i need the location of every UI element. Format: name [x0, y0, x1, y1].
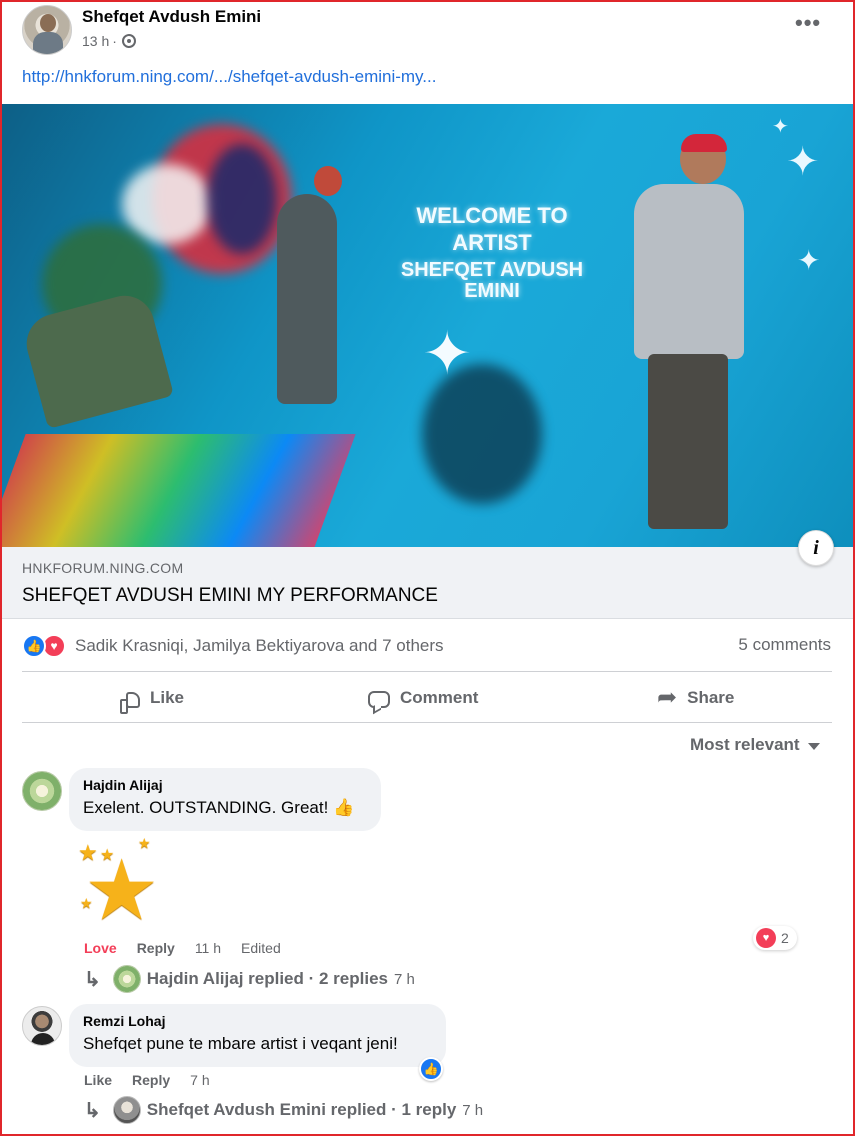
sparkle-icon: ✦ — [422, 320, 473, 387]
love-reaction-icon: ♥ — [756, 928, 776, 948]
comment-button[interactable]: Comment — [368, 683, 478, 713]
thumbs-up-emoji-icon: 👍 — [333, 798, 355, 817]
post-image[interactable]: ✦ ✦ ✦ ✦ WELCOME TO ARTIST SHEFQET AVDUSH… — [2, 104, 853, 547]
view-replies-link[interactable]: ↳ Shefqet Avdush Emini replied · 1 reply… — [84, 1096, 483, 1124]
thumbs-up-icon — [120, 692, 140, 714]
comment-label: Comment — [400, 688, 479, 707]
replies-summary: Hajdin Alijaj replied · 2 replies — [146, 969, 388, 988]
sort-label: Most relevant — [690, 735, 800, 754]
comment-time[interactable]: 7 h — [190, 1072, 209, 1088]
post-link[interactable]: http://hnkforum.ning.com/.../shefqet-avd… — [22, 67, 436, 87]
paint-splash — [122, 164, 212, 244]
red-bandana — [681, 134, 727, 152]
standing-artist-pants — [648, 354, 728, 529]
author-avatar[interactable] — [22, 5, 72, 55]
comment-reaction-count[interactable]: ♥ 2 — [753, 926, 797, 950]
artist-head — [314, 166, 342, 196]
commenter-avatar[interactable] — [22, 771, 62, 811]
meta-separator: · — [112, 33, 117, 49]
post-meta: 13 h · — [82, 33, 136, 49]
share-button[interactable]: ➦ Share — [657, 683, 734, 713]
commenter-name[interactable]: Hajdin Alijaj — [83, 777, 367, 793]
view-replies-link[interactable]: ↳ Hajdin Alijaj replied · 2 replies 7 h — [84, 965, 415, 993]
painted-canvas — [2, 434, 356, 547]
commenter-avatar[interactable] — [22, 1006, 62, 1046]
welcome-line2: ARTIST — [452, 230, 532, 256]
reply-arrow-icon: ↳ — [84, 1099, 101, 1122]
replies-time: 7 h — [462, 1101, 484, 1119]
divider — [22, 722, 832, 723]
standing-artist-shirt — [634, 184, 744, 359]
comment-text: Shefqet pune te mbare artist i veqant je… — [83, 1034, 398, 1053]
post-author-name[interactable]: Shefqet Avdush Emini — [82, 7, 261, 27]
reply-arrow-icon: ↳ — [84, 968, 101, 991]
reaction-count: 2 — [781, 930, 789, 946]
welcome-line1: WELCOME TO — [416, 203, 568, 228]
walking-artist — [277, 194, 337, 404]
edited-label: Edited — [241, 940, 281, 956]
sparkle-icon: ✦ — [786, 140, 820, 184]
sparkle-icon: ✦ — [772, 116, 789, 138]
share-label: Share — [687, 688, 735, 707]
love-reaction-link[interactable]: Love — [84, 940, 117, 956]
globe-icon — [121, 34, 136, 48]
comment-actions: Love Reply 11 h Edited — [84, 940, 281, 956]
replies-time: 7 h — [394, 970, 415, 988]
comment-icon — [368, 690, 390, 708]
reply-link[interactable]: Reply — [137, 940, 175, 956]
comment-sort-dropdown[interactable]: Most relevant — [690, 735, 820, 755]
like-button[interactable]: Like — [120, 683, 185, 714]
replier-avatar — [112, 965, 141, 993]
reply-link[interactable]: Reply — [132, 1072, 170, 1088]
like-reaction-icon[interactable]: 👍 — [419, 1057, 443, 1081]
preview-domain[interactable]: HNKFORUM.NING.COM — [22, 560, 183, 576]
commenter-name[interactable]: Remzi Lohaj — [83, 1013, 432, 1029]
replier-avatar — [112, 1096, 141, 1124]
more-icon[interactable]: ••• — [795, 10, 821, 36]
reactors-summary[interactable]: Sadik Krasniqi, Jamilya Bektiyarova and … — [75, 636, 444, 656]
share-icon: ➦ — [657, 684, 678, 711]
comment-time[interactable]: 11 h — [195, 940, 221, 956]
stars-sticker[interactable]: ★ ★ ★ ★ ★ — [76, 836, 168, 932]
comment-bubble: Hajdin Alijaj Exelent. OUTSTANDING. Grea… — [69, 768, 381, 831]
comment-actions: Like Reply 7 h — [84, 1072, 210, 1088]
sparkle-icon: ✦ — [797, 245, 821, 276]
welcome-line3: SHEFQET AVDUSH EMINI — [400, 259, 584, 303]
post-time[interactable]: 13 h — [82, 33, 109, 49]
caret-down-icon — [807, 743, 820, 750]
divider — [22, 671, 832, 672]
welcome-overlay: WELCOME TO ARTIST SHEFQET AVDUSH EMINI — [397, 204, 587, 302]
like-reaction-icon[interactable]: 👍 — [22, 634, 46, 658]
info-icon[interactable]: i — [798, 530, 834, 566]
comment-bubble: Remzi Lohaj Shefqet pune te mbare artist… — [69, 1004, 446, 1067]
replies-summary: Shefqet Avdush Emini replied · 1 reply — [146, 1100, 457, 1119]
comment-text: Exelent. OUTSTANDING. Great! — [83, 798, 329, 817]
link-preview[interactable] — [2, 547, 853, 619]
preview-title[interactable]: SHEFQET AVDUSH EMINI MY PERFORMANCE — [22, 585, 438, 607]
comments-count[interactable]: 5 comments — [738, 635, 831, 655]
paint-splash — [207, 144, 277, 254]
like-link[interactable]: Like — [84, 1072, 112, 1088]
like-label: Like — [150, 688, 185, 707]
comment-text-row: Exelent. OUTSTANDING. Great! 👍 — [83, 798, 367, 818]
